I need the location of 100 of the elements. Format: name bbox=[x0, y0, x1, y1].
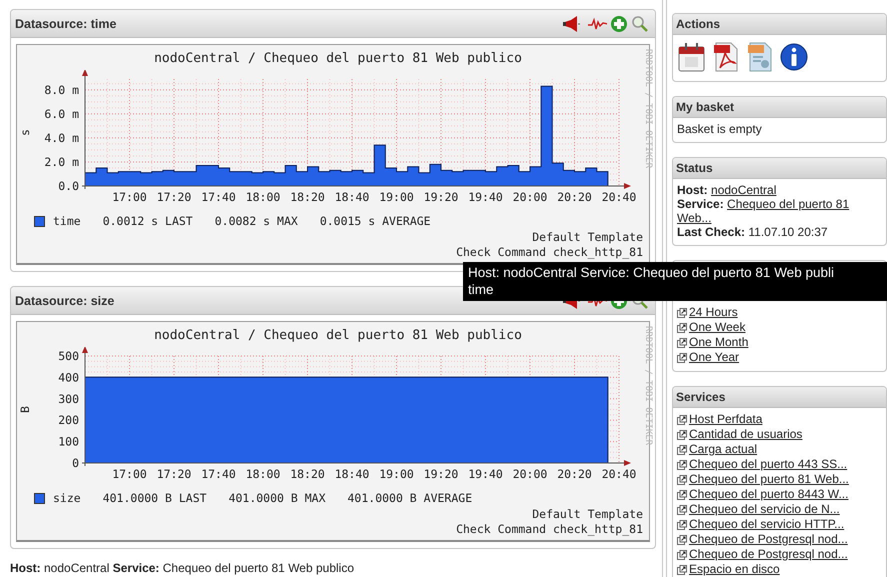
sidebar-link[interactable]: Chequeo del puerto 81 Web... bbox=[689, 472, 849, 487]
panel-title: Datasource: size bbox=[15, 294, 114, 308]
axis-label: 500 bbox=[58, 349, 79, 363]
sidebar-link[interactable]: Chequeo del servicio HTTP... bbox=[689, 517, 844, 532]
panel-title: Status bbox=[676, 161, 713, 175]
plus-icon[interactable] bbox=[610, 14, 628, 32]
axis-label: 20:00 bbox=[512, 467, 548, 481]
graph-note: Check Command check_http_81 bbox=[455, 245, 643, 260]
info-icon[interactable] bbox=[779, 41, 809, 73]
axis-label: 18:20 bbox=[290, 467, 325, 481]
sidebar-link[interactable]: Espacio en disco bbox=[689, 562, 780, 577]
axis-label: 17:20 bbox=[156, 190, 192, 204]
sidebar-link[interactable]: Carga actual bbox=[689, 442, 758, 457]
megaphone-icon[interactable] bbox=[560, 14, 582, 32]
axis-label: 17:00 bbox=[112, 190, 147, 204]
axis-label: 18:20 bbox=[290, 190, 325, 204]
sidebar-link[interactable]: Chequeo de Postgresql nod... bbox=[689, 547, 848, 562]
panel-title: My basket bbox=[676, 100, 734, 114]
panel-title: Datasource: time bbox=[15, 16, 116, 30]
search-icon[interactable] bbox=[631, 14, 649, 32]
axis-label: 6.0 m bbox=[44, 106, 79, 121]
axis-label: 18:00 bbox=[246, 467, 280, 481]
axis-label: 0.0 bbox=[58, 179, 79, 193]
status-line: Last Check: 11.07.10 20:37 bbox=[677, 225, 829, 239]
axis-label: 4.0 m bbox=[44, 130, 79, 145]
graph-note: Check Command check_http_81 bbox=[455, 522, 643, 537]
axis-label: 20:20 bbox=[557, 190, 592, 204]
axis-label: 19:20 bbox=[424, 467, 458, 481]
axis-label: 19:20 bbox=[424, 190, 458, 204]
panel-title: Services bbox=[676, 390, 726, 404]
panel-title: Actions bbox=[676, 17, 720, 31]
axis-label: 8.0 m bbox=[44, 82, 79, 97]
legend-stat: 401.0000 B LAST bbox=[102, 491, 207, 505]
external-link-icon bbox=[677, 460, 687, 470]
footer-text: Host: nodoCentral Service: Chequeo del puerto 81 Web publico bbox=[10, 561, 356, 575]
axis-label: 17:00 bbox=[112, 467, 147, 481]
basket-text: Basket is empty bbox=[677, 122, 763, 136]
calendar-icon[interactable] bbox=[677, 41, 707, 73]
axis-title: B bbox=[18, 406, 32, 413]
axis-label: 20:40 bbox=[602, 467, 636, 481]
sidebar-link[interactable]: Chequeo del servicio de N... bbox=[689, 502, 840, 517]
sidebar-link[interactable]: Host Perfdata bbox=[689, 412, 762, 427]
legend-stat: 0.0015 s AVERAGE bbox=[320, 214, 431, 228]
external-link-icon bbox=[677, 520, 687, 530]
external-link-icon bbox=[677, 444, 687, 454]
axis-label: 100 bbox=[58, 434, 79, 449]
axis-label: 17:40 bbox=[201, 190, 236, 204]
axis-label: 19:00 bbox=[379, 467, 414, 481]
legend-stat: 401.0000 B AVERAGE bbox=[348, 491, 472, 505]
external-link-icon bbox=[677, 550, 687, 560]
external-link-icon bbox=[677, 338, 687, 348]
axis-label: 400 bbox=[58, 370, 79, 384]
axis-label: 20:00 bbox=[512, 190, 548, 204]
credit-text: RRDTOOL / TOBI OETIKER bbox=[643, 325, 654, 448]
chart-title: nodoCentral / Chequeo del puerto 81 Web publico bbox=[153, 50, 523, 68]
legend-label: time bbox=[53, 214, 81, 228]
axis-label: 19:40 bbox=[468, 467, 503, 481]
external-link-icon bbox=[677, 564, 687, 574]
axis-label: 18:40 bbox=[334, 190, 370, 204]
legend-stat: 401.0000 B MAX bbox=[228, 491, 326, 505]
axis-label: 18:40 bbox=[334, 467, 370, 481]
external-link-icon bbox=[677, 352, 687, 362]
external-link-icon bbox=[677, 430, 687, 440]
sidebar-link[interactable]: One Year bbox=[689, 350, 740, 365]
axis-label: 19:40 bbox=[468, 190, 503, 204]
axis-label: 300 bbox=[58, 392, 79, 406]
status-line: Host: nodoCentral bbox=[677, 183, 778, 197]
sidebar-link[interactable]: Chequeo de Postgresql nod... bbox=[689, 532, 848, 547]
chart-title: nodoCentral / Chequeo del puerto 81 Web publico bbox=[153, 327, 523, 345]
external-link-icon bbox=[677, 322, 687, 332]
external-link-icon bbox=[677, 308, 687, 318]
axis-label: 20:20 bbox=[557, 467, 592, 481]
legend-stat: 0.0012 s LAST bbox=[102, 214, 193, 228]
sidebar-link[interactable]: One Month bbox=[689, 335, 748, 350]
axis-label: 19:00 bbox=[379, 190, 414, 204]
axis-title: s bbox=[18, 129, 32, 136]
axis-label: 20:40 bbox=[602, 190, 636, 204]
legend-stat: 0.0082 s MAX bbox=[214, 214, 298, 228]
sidebar-link[interactable]: Cantidad de usuarios bbox=[689, 427, 802, 442]
sidebar-link[interactable]: Chequeo del puerto 443 SS... bbox=[689, 457, 848, 472]
legend-label: size bbox=[53, 491, 81, 505]
external-link-icon bbox=[677, 490, 687, 500]
external-link-icon bbox=[677, 474, 687, 484]
sidebar-link[interactable]: Chequeo del puerto 8443 W... bbox=[689, 487, 848, 502]
axis-label: 200 bbox=[58, 413, 79, 428]
axis-label: 2.0 m bbox=[44, 154, 79, 169]
tooltip: Host: nodoCentral Service: Chequeo del puerto 81 Web publi time bbox=[463, 262, 887, 301]
external-link-icon bbox=[677, 534, 687, 544]
external-link-icon bbox=[677, 414, 687, 424]
axis-label: 17:20 bbox=[156, 467, 192, 481]
sidebar-link[interactable]: 24 Hours bbox=[689, 305, 738, 320]
credit-text: RRDTOOL / TOBI OETIKER bbox=[643, 48, 654, 170]
external-link-icon bbox=[677, 504, 687, 514]
graph-note: Default Template bbox=[531, 507, 643, 522]
status-line: Service: Chequeo del puerto 81 Web... bbox=[677, 197, 850, 225]
axis-label: 18:00 bbox=[246, 190, 280, 204]
axis-label: 0 bbox=[72, 456, 79, 470]
axis-label: 17:40 bbox=[201, 467, 236, 481]
graph-note: Default Template bbox=[531, 230, 643, 245]
sidebar-link[interactable]: One Week bbox=[689, 320, 746, 335]
